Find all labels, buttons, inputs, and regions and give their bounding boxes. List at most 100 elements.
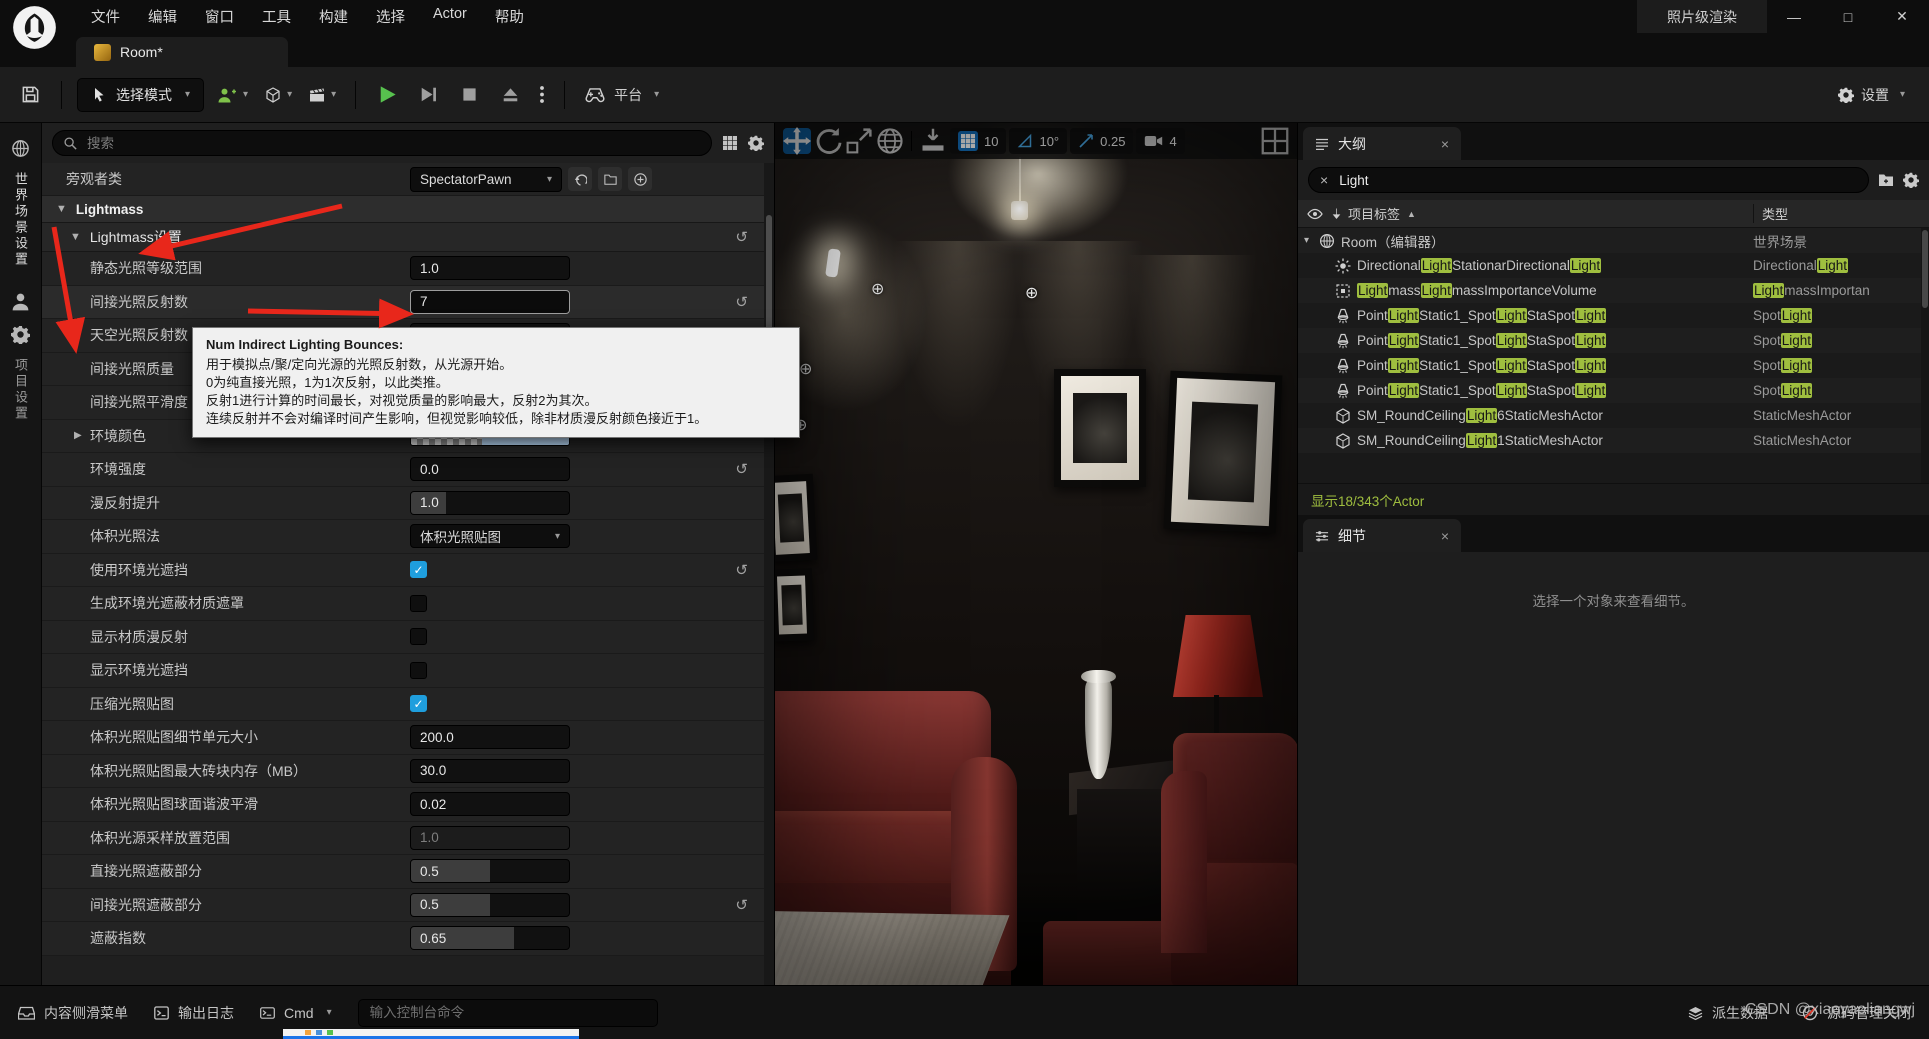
frame-skip-button[interactable] <box>412 78 444 112</box>
outliner-row[interactable]: SM_RoundCeilingLight1StaticMeshActor Sta… <box>1298 428 1929 453</box>
view-options-icon[interactable] <box>722 135 738 151</box>
create-folder-icon[interactable] <box>1878 172 1894 188</box>
clear-search-icon[interactable]: × <box>1320 172 1328 188</box>
select-mode-dropdown[interactable]: 选择模式 ▾ <box>77 78 204 112</box>
reset-to-default-button[interactable]: ↺ <box>735 460 748 478</box>
settings-search-box[interactable] <box>52 130 712 156</box>
spectator-class-dropdown[interactable]: SpectatorPawn ▾ <box>410 167 562 192</box>
menu-tools[interactable]: 工具 <box>249 1 304 32</box>
type-column-header[interactable]: 类型 <box>1753 204 1929 223</box>
tab-room-level[interactable]: Room* <box>76 37 288 67</box>
translate-tool-button[interactable] <box>783 128 811 154</box>
minimize-button[interactable]: — <box>1767 0 1821 33</box>
outliner-row[interactable]: PointLightStatic1_SpotLightStaSpotLight … <box>1298 378 1929 403</box>
volume-light-sample-placement-scale-input[interactable]: 1.0 <box>410 826 570 850</box>
maximize-button[interactable]: □ <box>1821 0 1875 33</box>
reset-to-default-button[interactable]: ↺ <box>735 228 748 246</box>
rotation-snap-control[interactable]: 10° <box>1009 128 1067 154</box>
quad-view-button[interactable] <box>1261 128 1289 154</box>
volume-lighting-method-dropdown[interactable]: 体积光照贴图▾ <box>410 524 570 548</box>
settings-scrollbar[interactable] <box>764 163 774 985</box>
outliner-row[interactable]: PointLightStatic1_SpotLightStaSpotLight … <box>1298 353 1929 378</box>
use-selected-asset-button[interactable] <box>568 167 592 191</box>
label-column-header[interactable]: 项目标签 ▲ <box>1332 204 1753 223</box>
project-settings-icon[interactable] <box>11 325 30 344</box>
grid-snap-control[interactable]: 10 <box>950 128 1006 154</box>
reset-to-default-button[interactable]: ↺ <box>735 293 748 311</box>
menu-file[interactable]: 文件 <box>78 1 133 32</box>
add-actor-button[interactable]: ▾ <box>213 87 252 103</box>
move-gizmo-icon[interactable]: ⊕ <box>799 359 812 379</box>
eject-button[interactable] <box>494 78 526 112</box>
chevron-right-icon[interactable]: ▶ <box>74 430 83 441</box>
outliner-row[interactable]: DirectionalLightStationarDirectionalLigh… <box>1298 253 1929 278</box>
outliner-search-input[interactable] <box>1337 172 1857 189</box>
visualize-ao-checkbox[interactable] <box>410 662 427 679</box>
play-button[interactable] <box>371 78 403 112</box>
diffuse-boost-input[interactable]: 1.0 <box>410 491 570 515</box>
platforms-dropdown[interactable]: 平台 ▾ <box>580 85 663 105</box>
close-button[interactable]: ✕ <box>1875 0 1929 33</box>
scale-tool-button[interactable] <box>845 128 873 154</box>
outliner-row[interactable]: SM_RoundCeilingLight6StaticMeshActor Sta… <box>1298 403 1929 428</box>
tab-outliner[interactable]: 大纲 × <box>1303 127 1461 160</box>
browse-asset-button[interactable] <box>598 167 622 191</box>
section-header-lightmass-settings[interactable]: ▼ Lightmass设置 ↺ <box>42 223 774 252</box>
tab-details[interactable]: 细节 × <box>1303 519 1461 552</box>
photo-render-button[interactable]: 照片级渲染 <box>1637 0 1767 33</box>
surface-snapping-button[interactable] <box>919 128 947 154</box>
menu-build[interactable]: 构建 <box>306 1 361 32</box>
visibility-column-icon[interactable] <box>1307 206 1323 222</box>
camera-speed-control[interactable]: 4 <box>1136 128 1184 154</box>
blueprints-button[interactable]: ▾ <box>261 87 296 103</box>
expander-icon[interactable]: ▾ <box>1304 235 1317 246</box>
panel-settings-gear-icon[interactable] <box>748 135 764 151</box>
outliner-row[interactable]: ▾ Room（编辑器） 世界场景 <box>1298 228 1929 253</box>
cinematics-button[interactable]: ▾ <box>305 87 340 103</box>
occlusion-exponent-input[interactable]: 0.65 <box>410 926 570 950</box>
stop-button[interactable] <box>453 78 485 112</box>
scrollbar-thumb[interactable] <box>1922 230 1928 308</box>
settings-dropdown[interactable]: 设置 ▾ <box>1838 85 1915 105</box>
play-options-button[interactable] <box>535 78 549 112</box>
menu-edit[interactable]: 编辑 <box>135 1 190 32</box>
section-header-lightmass[interactable]: ▼ Lightmass <box>42 196 774 223</box>
direct-illumination-occlusion-fraction-input[interactable]: 0.5 <box>410 859 570 883</box>
save-button[interactable] <box>14 78 46 112</box>
reset-to-default-button[interactable]: ↺ <box>735 561 748 579</box>
num-indirect-lighting-bounces-input[interactable]: 7 <box>410 290 570 314</box>
console-command-input[interactable] <box>358 999 658 1027</box>
indirect-illumination-occlusion-fraction-input[interactable]: 0.5 <box>410 893 570 917</box>
visualize-material-diffuse-checkbox[interactable] <box>410 628 427 645</box>
outliner-row[interactable]: PointLightStatic1_SpotLightStaSpotLight … <box>1298 328 1929 353</box>
use-ambient-occlusion-checkbox[interactable]: ✓ <box>410 561 427 578</box>
menu-select[interactable]: 选择 <box>363 1 418 32</box>
menu-help[interactable]: 帮助 <box>482 1 537 32</box>
scale-snap-control[interactable]: 0.25 <box>1070 128 1133 154</box>
variant-manager-icon[interactable] <box>11 292 30 311</box>
content-drawer-button[interactable]: 内容侧滑菜单 <box>18 1003 128 1023</box>
world-settings-icon[interactable] <box>11 139 30 158</box>
tab-world-settings[interactable]: 世界场景设置 <box>11 172 30 268</box>
outliner-settings-gear-icon[interactable] <box>1903 172 1919 188</box>
cmd-dropdown[interactable]: Cmd ▾ <box>260 1005 332 1021</box>
menu-actor[interactable]: Actor <box>420 1 480 32</box>
settings-search-input[interactable] <box>85 135 701 152</box>
vlm-detail-cell-size-input[interactable]: 200.0 <box>410 725 570 749</box>
close-tab-icon[interactable]: × <box>1441 136 1449 152</box>
vlm-max-brick-memory-input[interactable]: 30.0 <box>410 759 570 783</box>
output-log-button[interactable]: 输出日志 <box>154 1003 234 1023</box>
rotate-tool-button[interactable] <box>814 128 842 154</box>
outliner-row[interactable]: PointLightStatic1_SpotLightStaSpotLight … <box>1298 303 1929 328</box>
close-tab-icon[interactable]: × <box>1441 528 1449 544</box>
level-viewport[interactable]: ⊕ ⊕ ⊕ ⊕ <box>775 123 1297 985</box>
menu-window[interactable]: 窗口 <box>192 1 247 32</box>
create-asset-button[interactable] <box>628 167 652 191</box>
outliner-search-box[interactable]: × <box>1308 167 1869 193</box>
reset-to-default-button[interactable]: ↺ <box>735 896 748 914</box>
world-local-space-button[interactable] <box>876 128 904 154</box>
move-gizmo-icon[interactable]: ⊕ <box>871 279 884 299</box>
outliner-row[interactable]: LightmassLightmassImportanceVolume Light… <box>1298 278 1929 303</box>
vlm-sh-smoothing-input[interactable]: 0.02 <box>410 792 570 816</box>
generate-ao-material-mask-checkbox[interactable] <box>410 595 427 612</box>
